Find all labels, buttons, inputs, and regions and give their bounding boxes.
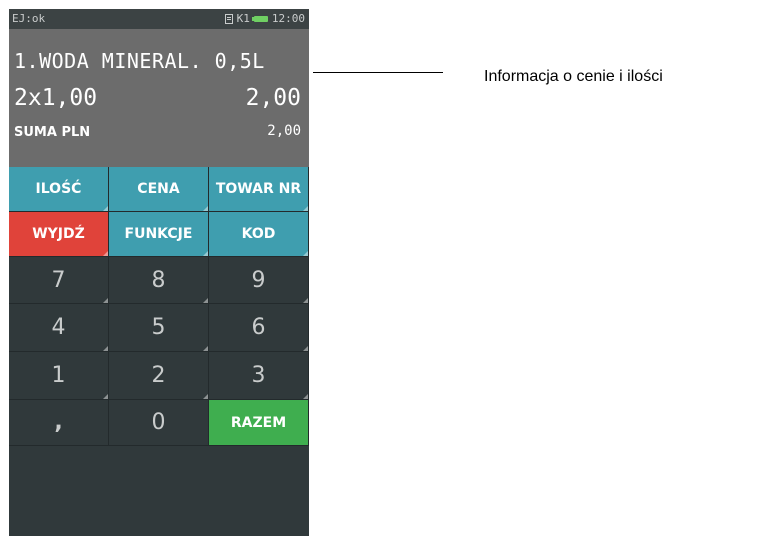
receipt-display: 1.WODA MINERAL. 0,5L 2x1,00 2,00 SUMA PL… [9, 29, 309, 167]
item-line: 1.WODA MINERAL. 0,5L [14, 49, 265, 73]
drawer-indicator: K1 [236, 12, 250, 25]
item-number-key[interactable]: TOWAR NR [209, 167, 309, 212]
digit-1-key[interactable]: 1 [9, 352, 109, 400]
status-right: K1 12:00 [224, 12, 305, 25]
digit-8-key[interactable]: 8 [109, 257, 209, 304]
callout-line [313, 72, 443, 73]
exit-key[interactable]: WYJDŹ [9, 212, 109, 257]
digit-9-key[interactable]: 9 [209, 257, 309, 304]
functions-key[interactable]: FUNKCJE [109, 212, 209, 257]
price-key[interactable]: CENA [109, 167, 209, 212]
digit-4-key[interactable]: 4 [9, 304, 109, 352]
digit-6-key[interactable]: 6 [209, 304, 309, 352]
digit-2-key[interactable]: 2 [109, 352, 209, 400]
code-key[interactable]: KOD [209, 212, 309, 257]
status-bar: EJ:ok K1 12:00 [9, 9, 309, 29]
item-amount: 2,00 [245, 85, 301, 111]
digit-5-key[interactable]: 5 [109, 304, 209, 352]
comma-key[interactable]: , [9, 400, 109, 446]
sum-label: SUMA PLN [14, 125, 91, 140]
ej-status: EJ:ok [12, 12, 46, 25]
callout-label: Informacja o cenie i ilości [484, 68, 663, 85]
digit-3-key[interactable]: 3 [209, 352, 309, 400]
quantity-price: 2x1,00 [14, 85, 98, 111]
total-key[interactable]: RAZEM [209, 400, 309, 446]
clock: 12:00 [271, 12, 305, 25]
quantity-key[interactable]: ILOŚĆ [9, 167, 109, 212]
digit-0-key[interactable]: 0 [109, 400, 209, 446]
paper-icon [224, 13, 233, 24]
battery-icon [251, 15, 268, 22]
sum-value: 2,00 [267, 123, 301, 139]
cash-register-screen: EJ:ok K1 12:00 1.WODA MINERAL. 0,5L 2x1,… [9, 9, 309, 536]
digit-7-key[interactable]: 7 [9, 257, 109, 304]
